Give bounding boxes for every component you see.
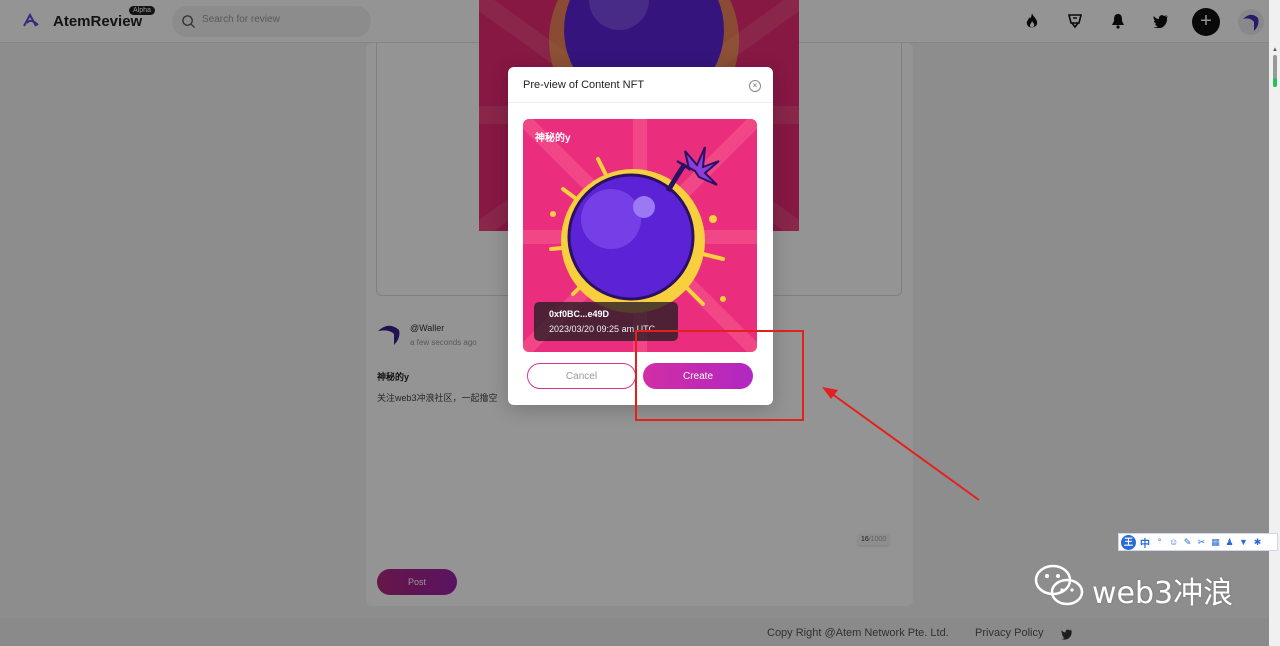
wallet-address: 0xf0BC...e49D xyxy=(549,309,610,319)
divider xyxy=(508,102,773,103)
nft-preview-card: 神秘的y 0xf0BC...e49D 2023/03/20 09:25 am U… xyxy=(523,119,757,352)
close-icon[interactable]: × xyxy=(749,80,761,92)
annotation-highlight-box xyxy=(635,330,804,421)
shirt-icon[interactable]: ▼ xyxy=(1239,537,1248,547)
scissors-icon[interactable]: ✂ xyxy=(1197,537,1206,547)
settings-icon[interactable]: ✱ xyxy=(1253,537,1262,547)
ime-mode-toggle[interactable]: 中 xyxy=(1140,535,1150,550)
watermark-text: web3冲浪 xyxy=(1092,576,1234,611)
nft-title: 神秘的y xyxy=(535,133,571,144)
ime-toolbar[interactable]: 王 中 ° ☺ ✎ ✂ ▦ ♟ ▼ ✱ xyxy=(1118,533,1278,551)
pen-icon[interactable]: ✎ xyxy=(1183,537,1192,547)
scroll-indicator xyxy=(1273,78,1277,87)
emoji-icon[interactable]: ☺ xyxy=(1169,537,1178,547)
modal-title: Pre-view of Content NFT xyxy=(523,79,645,91)
scroll-up-arrow-icon[interactable]: ▲ xyxy=(1272,47,1278,53)
ime-logo-icon[interactable]: 王 xyxy=(1121,534,1136,550)
user-icon[interactable]: ♟ xyxy=(1225,537,1234,547)
wechat-logo-icon xyxy=(1034,564,1084,606)
punctuation-icon[interactable]: ° xyxy=(1155,537,1164,547)
cancel-button[interactable]: Cancel xyxy=(527,363,636,389)
keyboard-icon[interactable]: ▦ xyxy=(1211,537,1220,547)
